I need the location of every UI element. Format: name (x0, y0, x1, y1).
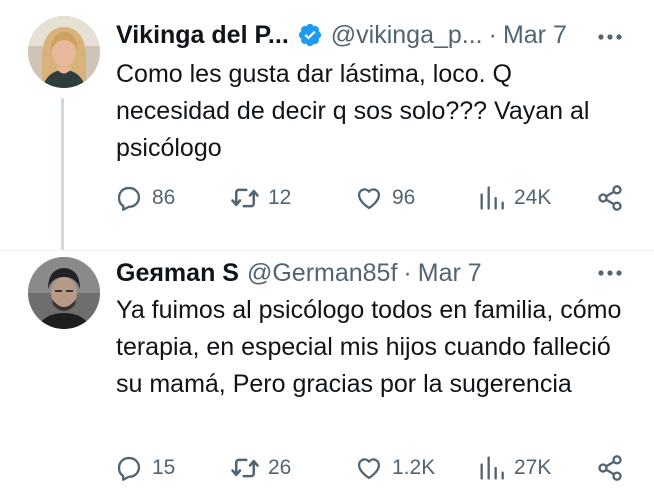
reply-count: 86 (152, 186, 176, 209)
more-icon[interactable] (595, 22, 625, 52)
retweet-icon (230, 183, 260, 213)
like-count: 96 (392, 186, 416, 209)
reply-icon (114, 453, 144, 483)
separator: · (488, 21, 497, 49)
like-count: 1.2K (392, 456, 436, 479)
share-icon (595, 183, 625, 213)
timestamp[interactable]: Mar 7 (503, 20, 567, 50)
timestamp[interactable]: Mar 7 (418, 258, 482, 288)
retweet-icon (230, 453, 260, 483)
verified-badge-icon (297, 22, 323, 48)
separator: · (403, 259, 412, 287)
tweet-2[interactable]: Geяman S @German85f · Mar 7 Ya fuimos al… (0, 250, 654, 500)
reply-icon (114, 183, 144, 213)
views-icon (476, 453, 506, 483)
heart-icon (354, 453, 384, 483)
share-button[interactable] (595, 183, 625, 213)
reply-button[interactable]: 15 (114, 453, 175, 483)
retweet-count: 26 (268, 456, 292, 479)
tweet-header: Geяman S @German85f · Mar 7 (116, 258, 482, 288)
heart-icon (354, 183, 384, 213)
views-count: 27K (514, 456, 552, 479)
reply-count: 15 (152, 456, 176, 479)
views-icon (476, 183, 506, 213)
tweet-text: Ya fuimos al psicólogo todos en familia,… (116, 296, 622, 398)
tweet-header: Vikinga del P... @vikinga_p... · Mar 7 (116, 20, 567, 50)
avatar[interactable] (28, 16, 100, 88)
retweet-button[interactable]: 26 (230, 453, 291, 483)
share-button[interactable] (595, 453, 625, 483)
views-button[interactable]: 24K (476, 183, 551, 213)
action-bar: 15 26 1.2K 27K (114, 453, 634, 483)
reply-button[interactable]: 86 (114, 183, 175, 213)
thread-connector (61, 98, 64, 250)
user-handle[interactable]: @vikinga_p... (331, 20, 483, 50)
display-name[interactable]: Vikinga del P... (116, 20, 289, 50)
avatar[interactable] (28, 257, 100, 329)
display-name[interactable]: Geяman S (116, 258, 239, 288)
retweet-button[interactable]: 12 (230, 183, 291, 213)
retweet-count: 12 (268, 186, 292, 209)
views-button[interactable]: 27K (476, 453, 551, 483)
share-icon (595, 453, 625, 483)
action-bar: 86 12 96 24K (114, 183, 634, 213)
user-handle[interactable]: @German85f (247, 258, 397, 288)
like-button[interactable]: 1.2K (354, 453, 435, 483)
tweet-1[interactable]: Vikinga del P... @vikinga_p... · Mar 7 C… (0, 0, 654, 250)
tweet-text: Como les gusta dar lástima, loco. Q nece… (116, 60, 590, 162)
like-button[interactable]: 96 (354, 183, 415, 213)
more-icon[interactable] (595, 258, 625, 288)
views-count: 24K (514, 186, 552, 209)
